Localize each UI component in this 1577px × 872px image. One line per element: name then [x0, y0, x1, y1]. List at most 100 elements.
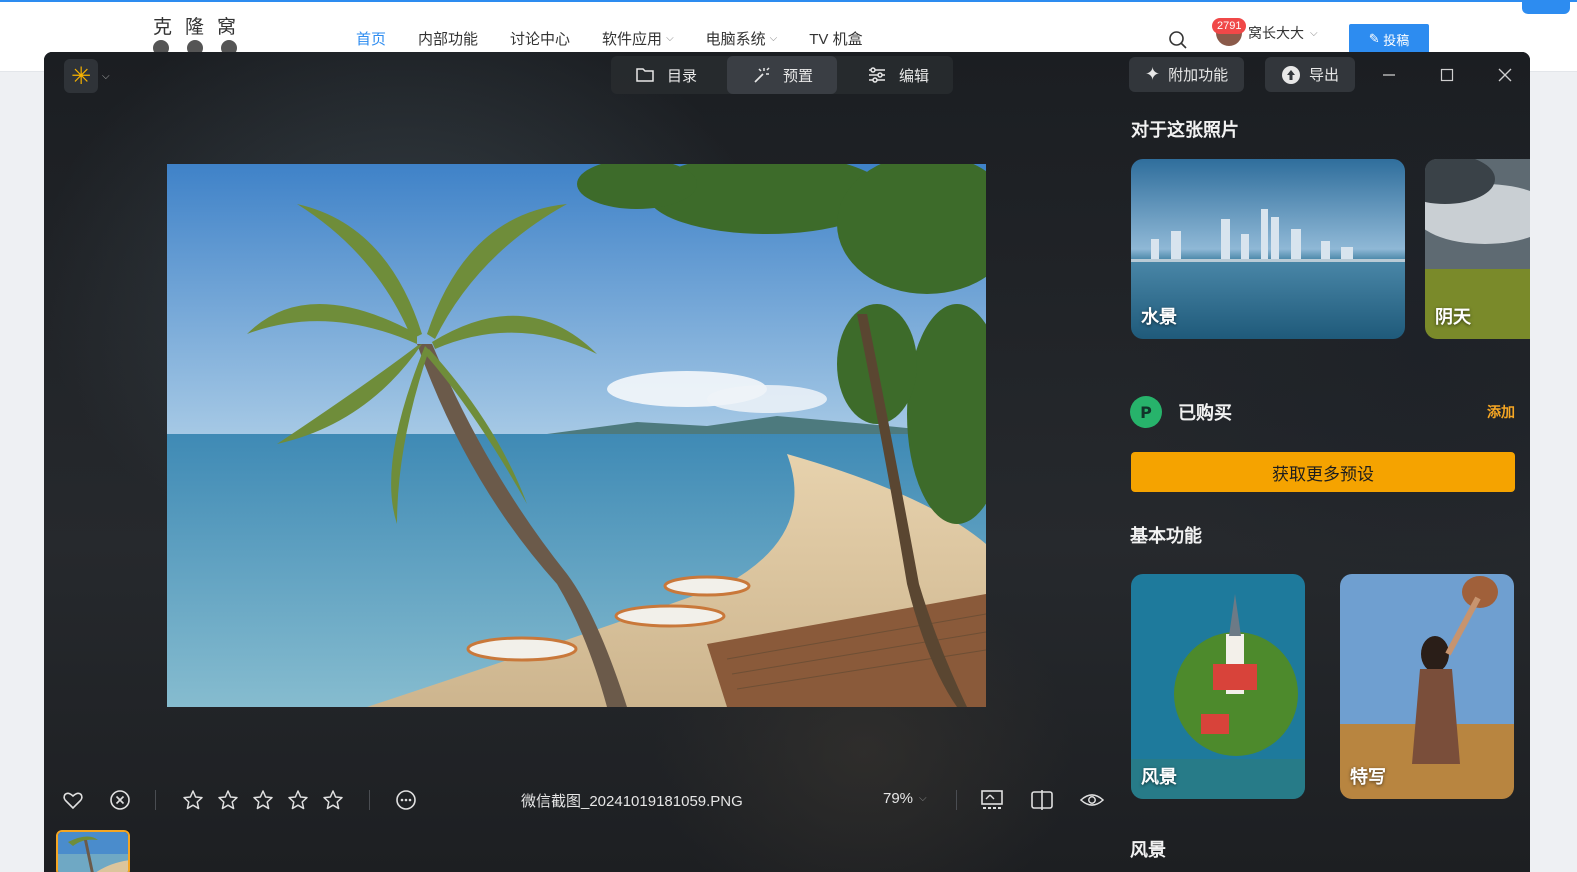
more-options-button[interactable]	[394, 788, 418, 812]
compare-button[interactable]	[1030, 788, 1054, 812]
chevron-down-icon: ⌵	[769, 33, 778, 44]
site-nav: 首页 内部功能 讨论中心 软件应用 ⌵ 电脑系统 ⌵ TV 机盒	[356, 28, 895, 49]
zoom-value: 79%	[883, 790, 914, 807]
more-circle-icon	[396, 790, 416, 810]
card-label: 水景	[1141, 307, 1177, 328]
basic-features-title: 基本功能	[1130, 526, 1202, 547]
nav-label: 内部功能	[418, 31, 479, 48]
bottom-toolbar: 微信截图_20241019181059.PNG 79% ⌵	[44, 782, 1124, 818]
search-icon[interactable]	[1168, 30, 1188, 50]
minimize-icon	[1383, 74, 1395, 76]
maximize-button[interactable]	[1434, 62, 1460, 88]
get-more-presets-button[interactable]: 获取更多预设	[1131, 452, 1515, 492]
tab-presets[interactable]: 预置	[727, 56, 838, 94]
favorite-button[interactable]	[61, 788, 85, 812]
toolbar-divider	[155, 790, 156, 810]
filmstrip-icon	[981, 790, 1003, 809]
username: 窝长大大	[1248, 25, 1304, 41]
maximize-icon	[1440, 68, 1454, 82]
card-label: 阴天	[1435, 307, 1471, 328]
tab-edit[interactable]: 编辑	[843, 56, 953, 94]
star-icon	[218, 790, 238, 810]
post-button[interactable]: ✎ 投稿	[1349, 24, 1429, 54]
purchased-label: 已购买	[1178, 403, 1232, 424]
tab-label: 目录	[667, 66, 698, 85]
reject-button[interactable]	[108, 788, 132, 812]
card-label: 风景	[1141, 767, 1177, 788]
notification-badge: 2791	[1212, 18, 1247, 34]
toolbar-divider	[369, 790, 370, 810]
app-logo-icon: ✳	[64, 59, 98, 93]
add-link[interactable]: 添加	[1487, 402, 1515, 422]
preset-card-closeup[interactable]: 特写	[1340, 574, 1514, 799]
zoom-dropdown[interactable]: 79% ⌵	[883, 790, 927, 807]
chevron-down-icon: ⌵	[919, 793, 927, 804]
site-logo[interactable]: 克隆窝	[153, 12, 249, 39]
close-button[interactable]	[1492, 62, 1518, 88]
nav-label: 讨论中心	[510, 31, 571, 48]
nav-label: TV 机盒	[809, 31, 863, 48]
magic-wand-icon	[754, 67, 770, 83]
beach-photo-illustration	[167, 164, 986, 707]
main-photo[interactable]	[167, 164, 986, 707]
rating-star-4[interactable]	[286, 788, 310, 812]
app-menu-button[interactable]: ✳ ⌵	[64, 58, 120, 94]
filmstrip-toggle-button[interactable]	[980, 788, 1004, 812]
toolbar-divider	[956, 790, 957, 810]
star-icon	[288, 790, 308, 810]
addons-label: 附加功能	[1168, 66, 1229, 84]
addons-button[interactable]: ✦ 附加功能	[1129, 57, 1245, 92]
chevron-down-icon: ⌵	[666, 33, 674, 44]
folder-icon	[636, 68, 654, 82]
tab-label: 编辑	[899, 66, 930, 85]
nav-label: 电脑系统	[705, 31, 766, 48]
preset-card-landscape[interactable]: 风景	[1131, 574, 1305, 799]
star-icon	[183, 790, 203, 810]
purchased-badge-icon: P	[1130, 396, 1162, 428]
reject-circle-x-icon	[110, 790, 130, 810]
about-photo-title: 对于这张照片	[1131, 120, 1239, 141]
avatar: 2791	[1212, 18, 1247, 46]
purchased-presets-row: P 已购买 添加	[1130, 395, 1515, 429]
post-button-label: 投稿	[1383, 32, 1410, 48]
nav-internal-features[interactable]: 内部功能	[418, 28, 478, 49]
nav-tv-box[interactable]: TV 机盒	[809, 28, 862, 49]
star-icon	[253, 790, 273, 810]
nav-home[interactable]: 首页	[356, 28, 386, 49]
sliders-icon	[869, 67, 886, 83]
preset-card-overcast[interactable]: 阴天	[1425, 159, 1530, 339]
close-icon	[1498, 68, 1512, 82]
star-icon	[323, 790, 343, 810]
nav-discussion[interactable]: 讨论中心	[510, 28, 570, 49]
filmstrip-thumbnail[interactable]	[56, 830, 130, 872]
rating-star-5[interactable]	[321, 788, 345, 812]
preview-button[interactable]	[1080, 788, 1104, 812]
landscape-section-title: 风景	[1130, 840, 1166, 861]
rating-star-3[interactable]	[251, 788, 275, 812]
site-corner-widget[interactable]	[1522, 0, 1570, 14]
file-name: 微信截图_20241019181059.PNG	[521, 793, 743, 810]
nav-software[interactable]: 软件应用 ⌵	[602, 28, 674, 49]
edit-icon: ✎	[1368, 31, 1384, 46]
nav-label: 软件应用	[602, 31, 663, 48]
card-label: 特写	[1350, 767, 1386, 788]
nav-pc-system[interactable]: 电脑系统 ⌵	[706, 28, 778, 49]
heart-icon	[63, 792, 83, 810]
chevron-down-icon: ⌵	[102, 70, 110, 82]
rating-star-2[interactable]	[216, 788, 240, 812]
tab-label: 预置	[783, 66, 814, 85]
nav-label: 首页	[356, 31, 387, 48]
user-menu[interactable]: 2791 窝长大大 ⌵	[1212, 18, 1318, 46]
eye-icon	[1080, 794, 1104, 806]
upload-icon	[1282, 65, 1300, 84]
minimize-button[interactable]	[1376, 62, 1402, 88]
thumbnail-image	[58, 832, 128, 872]
preset-card-waterscape[interactable]: 水景	[1131, 159, 1405, 339]
compare-icon	[1031, 790, 1053, 810]
export-label: 导出	[1309, 66, 1340, 84]
export-button[interactable]: 导出	[1265, 57, 1356, 92]
chevron-down-icon: ⌵	[1310, 27, 1318, 39]
tab-catalog[interactable]: 目录	[611, 56, 721, 94]
rating-star-1[interactable]	[181, 788, 205, 812]
sparkle-icon: ✦	[1145, 64, 1161, 85]
